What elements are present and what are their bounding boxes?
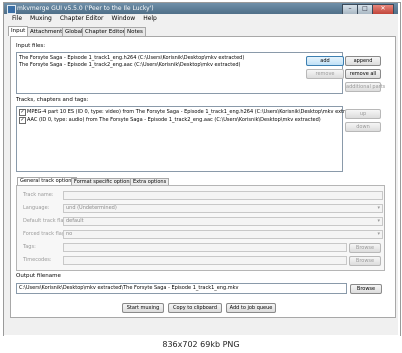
language-label: Language: [23,205,50,211]
track-name-label: Track name: [23,192,54,198]
tags-input[interactable] [63,243,347,252]
tags-label: Tags: [23,244,36,250]
input-files-label: Input files: [16,43,46,49]
remove-button[interactable]: remove [306,69,344,79]
menu-window[interactable]: Window [112,14,136,23]
default-flag-select[interactable]: default ▾ [63,217,383,226]
tracks-label: Tracks, chapters and tags: [16,97,89,103]
start-muxing-button[interactable]: Start muxing [122,303,164,313]
copy-to-clipboard-button[interactable]: Copy to clipboard [168,303,222,313]
up-button[interactable]: up [345,109,381,119]
output-filename-input[interactable]: C:\Users\Korisnik\Desktop\mkv extracted\… [16,283,347,294]
add-button[interactable]: add [306,56,344,66]
output-browse-button[interactable]: Browse [350,284,382,294]
chevron-down-icon: ▾ [377,218,380,224]
menu-chapter-editor[interactable]: Chapter Editor [60,14,104,23]
down-button[interactable]: down [345,122,381,132]
language-value: und (Undetermined) [66,205,117,211]
output-filename-label: Output filename [16,273,61,279]
tab-notes[interactable]: Notes [124,27,146,36]
input-files-list[interactable]: The Forsyte Saga - Episode 1_track1_eng.… [16,52,343,94]
timecodes-label: Timecodes: [23,257,52,263]
forced-flag-select[interactable]: no ▾ [63,230,383,239]
forced-flag-value: no [66,231,73,237]
append-button[interactable]: append [345,56,381,66]
track-options-group: Track name: Language: und (Undetermined)… [16,185,385,271]
chevron-down-icon: ▾ [377,231,380,237]
track-checkbox[interactable]: ✓ [19,109,26,116]
track-checkbox[interactable]: ✓ [19,117,26,124]
track-label: AAC (ID 0, type: audio) from The Forsyte… [27,117,321,123]
forced-flag-label: Forced track flag: [23,231,67,237]
timecodes-browse-button[interactable]: Browse [349,256,381,266]
track-label: MPEG-4 part 10 ES (ID 0, type: video) fr… [27,109,362,115]
list-item[interactable]: The Forsyte Saga - Episode 1_track1_eng.… [19,55,244,61]
list-item[interactable]: The Forsyte Saga - Episode 1_track2_eng.… [19,62,240,68]
menu-muxing[interactable]: Muxing [30,14,52,23]
track-name-input[interactable] [63,191,383,200]
track-row-audio[interactable]: ✓ AAC (ID 0, type: audio) from The Forsy… [17,116,342,124]
chevron-down-icon: ▾ [377,205,380,211]
tags-browse-button[interactable]: Browse [349,243,381,253]
image-caption: 836x702 69kb PNG [0,336,402,353]
add-to-job-queue-button[interactable]: Add to job queue [226,303,276,313]
default-flag-value: default [66,218,84,224]
menu-file[interactable]: File [12,14,22,23]
default-flag-label: Default track flag: [23,218,69,224]
additional-parts-button[interactable]: additional parts [345,82,385,92]
tracks-list[interactable]: ✓ MPEG-4 part 10 ES (ID 0, type: video) … [16,106,361,172]
menu-help[interactable]: Help [143,14,157,23]
tab-chapter-editor[interactable]: Chapter Editor [82,27,129,36]
tab-input[interactable]: Input [8,26,29,36]
title-bar: mkvmerge GUI v5.5.0 ('Peer to the Ile Lu… [4,3,398,15]
remove-all-button[interactable]: remove all [345,69,381,79]
timecodes-input[interactable] [63,256,347,265]
language-select[interactable]: und (Undetermined) ▾ [63,204,383,213]
app-icon [7,5,16,14]
window-title: mkvmerge GUI v5.5.0 ('Peer to the Ile Lu… [17,5,154,12]
track-row-video[interactable]: ✓ MPEG-4 part 10 ES (ID 0, type: video) … [17,108,361,116]
